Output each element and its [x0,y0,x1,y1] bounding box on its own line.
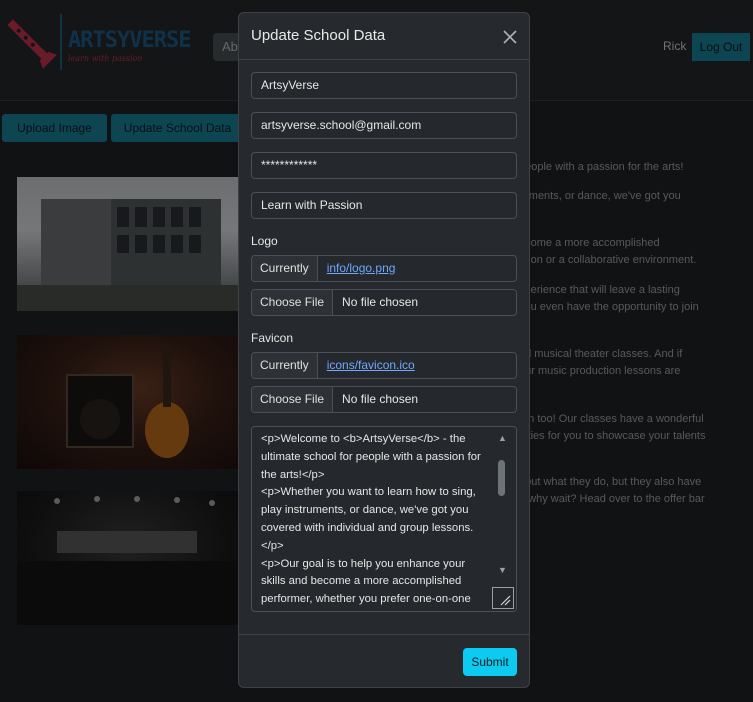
favicon-current-link[interactable]: icons/favicon.ico [327,358,415,372]
favicon-no-file-text: No file chosen [333,387,516,412]
logo-currently-label: Currently [252,256,318,281]
scroll-thumb[interactable] [498,460,505,496]
logo-no-file-text: No file chosen [333,290,516,315]
logo-file-input[interactable]: Choose File No file chosen [251,289,517,316]
resize-handle-icon[interactable] [492,587,514,609]
description-text: <p>Welcome to <b>ArtsyVerse</b> - the ul… [261,433,481,606]
logo-label: Logo [251,234,278,248]
scroll-up-arrow-icon[interactable]: ▲ [498,433,507,443]
favicon-file-input[interactable]: Choose File No file chosen [251,386,517,413]
modal-header-divider [239,59,529,60]
favicon-current-group: Currently icons/favicon.ico [251,352,517,379]
update-school-data-modal: Update School Data ArtsyVerse artsyverse… [238,12,530,688]
tagline-field[interactable]: Learn with Passion [251,192,517,219]
scroll-down-arrow-icon[interactable]: ▼ [498,565,507,575]
textarea-scrollbar[interactable]: ▲ ▼ [490,427,516,611]
description-textarea[interactable]: <p>Welcome to <b>ArtsyVerse</b> - the ul… [251,426,517,612]
close-icon[interactable] [501,28,519,46]
modal-title: Update School Data [251,27,386,44]
logo-current-group: Currently info/logo.png [251,255,517,282]
school-name-field[interactable]: ArtsyVerse [251,72,517,99]
favicon-choose-file-button[interactable]: Choose File [252,387,334,412]
email-field[interactable]: artsyverse.school@gmail.com [251,112,517,139]
modal-footer-divider [239,634,529,635]
logo-choose-file-button[interactable]: Choose File [252,290,334,315]
password-field[interactable]: ************ [251,152,517,179]
logo-current-link[interactable]: info/logo.png [327,261,396,275]
favicon-label: Favicon [251,331,294,345]
favicon-currently-label: Currently [252,353,318,378]
submit-button[interactable]: Submit [463,648,517,676]
